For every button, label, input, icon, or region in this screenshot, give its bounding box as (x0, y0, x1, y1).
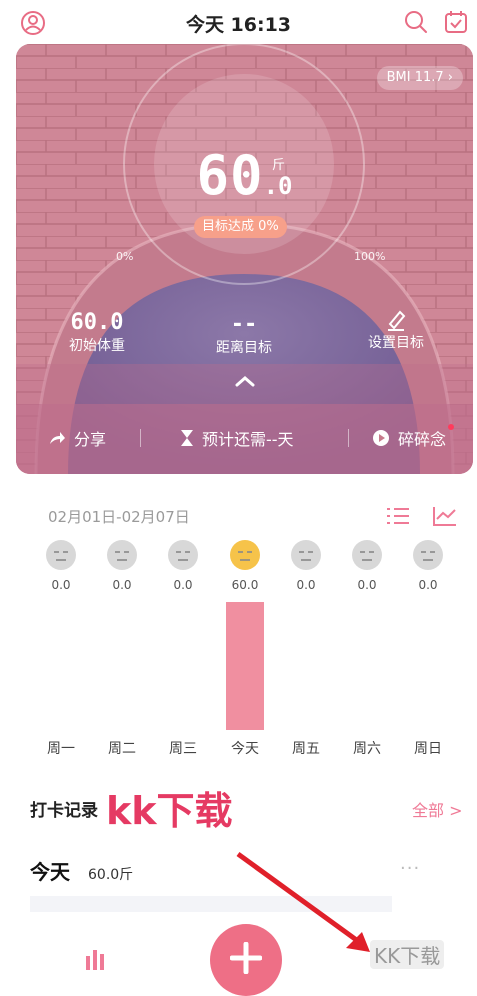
day-weight-value: 0.0 (357, 578, 377, 592)
view-all-link[interactable]: 全部 > (412, 797, 463, 821)
weight-integer: 60 (196, 144, 264, 207)
murmur-button[interactable]: 碎碎念 (372, 424, 455, 450)
mood-face-icon[interactable] (352, 540, 382, 570)
day-label: 周日 (414, 741, 442, 757)
record-day-label: 今天 (30, 860, 70, 884)
calendar-check-icon[interactable] (443, 9, 469, 35)
current-weight: 60.0 (196, 144, 293, 207)
divider (348, 429, 349, 447)
mood-face-icon[interactable] (230, 540, 260, 570)
weight-decimal: 0 (278, 172, 293, 200)
share-icon (50, 432, 65, 444)
today-weight-bar (226, 602, 264, 730)
range-min-label: 0% (116, 250, 134, 263)
bmi-label: BMI 11.7 (386, 70, 444, 85)
mood-face-icon[interactable] (107, 540, 137, 570)
initial-weight-stat: 60.0 初始体重 (62, 310, 132, 355)
checkin-records-title: 打卡记录 (30, 801, 98, 821)
divider (140, 429, 141, 447)
estimate-info: 预计还需--天 (180, 426, 294, 450)
red-arrow-annotation (236, 851, 370, 952)
hourglass-icon (181, 430, 193, 446)
play-circle-icon (373, 430, 389, 446)
more-options-icon[interactable]: ··· (400, 858, 420, 879)
bmi-button[interactable]: BMI 11.7 › (376, 66, 463, 90)
mood-face-icon[interactable] (413, 540, 443, 570)
share-button[interactable]: 分享 (48, 426, 106, 450)
day-label: 周二 (108, 741, 136, 757)
murmur-label: 碎碎念 (398, 430, 447, 449)
share-label: 分享 (74, 430, 107, 449)
day-weight-value: 60.0 (231, 578, 259, 592)
distance-to-goal-label: 距离目标 (216, 340, 272, 356)
day-label: 周五 (292, 741, 320, 757)
mood-face-icon[interactable] (168, 540, 198, 570)
chevron-up-icon[interactable] (234, 374, 256, 388)
search-icon[interactable] (403, 9, 429, 35)
initial-weight-value: 60.0 (70, 310, 124, 335)
weight-unit: 斤 (272, 158, 286, 173)
distance-to-goal-stat: -- 距离目标 (208, 312, 280, 357)
mood-face-icon[interactable] (291, 540, 321, 570)
watermark-text: kk下载 (106, 789, 233, 833)
top-bar: 今天 16:13 (0, 0, 477, 44)
goal-progress-badge: 目标达成 0% (194, 216, 287, 238)
day-label: 周三 (169, 741, 197, 757)
list-view-icon[interactable] (386, 506, 410, 526)
set-goal-button[interactable]: 设置目标 (360, 308, 432, 352)
day-weight-value: 0.0 (173, 578, 193, 592)
distance-to-goal-value: -- (230, 312, 258, 337)
stats-bars-icon[interactable] (84, 948, 110, 970)
line-chart-icon[interactable] (432, 505, 458, 527)
mood-face-icon[interactable] (46, 540, 76, 570)
set-goal-label: 设置目标 (368, 335, 424, 351)
chevron-right-icon: › (447, 70, 453, 85)
record-weight-value: 60.0斤 (88, 867, 134, 883)
range-max-label: 100% (354, 250, 386, 263)
day-weight-value: 0.0 (296, 578, 316, 592)
notification-dot (448, 424, 455, 430)
day-weight-value: 0.0 (418, 578, 438, 592)
hero-action-bar: 分享 预计还需--天 碎碎念 (16, 404, 473, 474)
initial-weight-label: 初始体重 (69, 338, 125, 354)
estimate-label: 预计还需--天 (202, 430, 294, 449)
day-weight-value: 0.0 (51, 578, 71, 592)
corner-watermark: KK下载 (370, 940, 445, 969)
day-label: 周一 (47, 741, 75, 757)
day-label: 周六 (353, 741, 381, 757)
day-label: 今天 (231, 741, 259, 757)
week-date-range: 02月01日-02月07日 (48, 508, 190, 526)
weight-hero-card: BMI 11.7 › 60.0 斤 目标达成 0% 0% 100% 60.0 初… (16, 44, 473, 474)
pencil-icon (388, 310, 406, 331)
day-weight-value: 0.0 (112, 578, 132, 592)
